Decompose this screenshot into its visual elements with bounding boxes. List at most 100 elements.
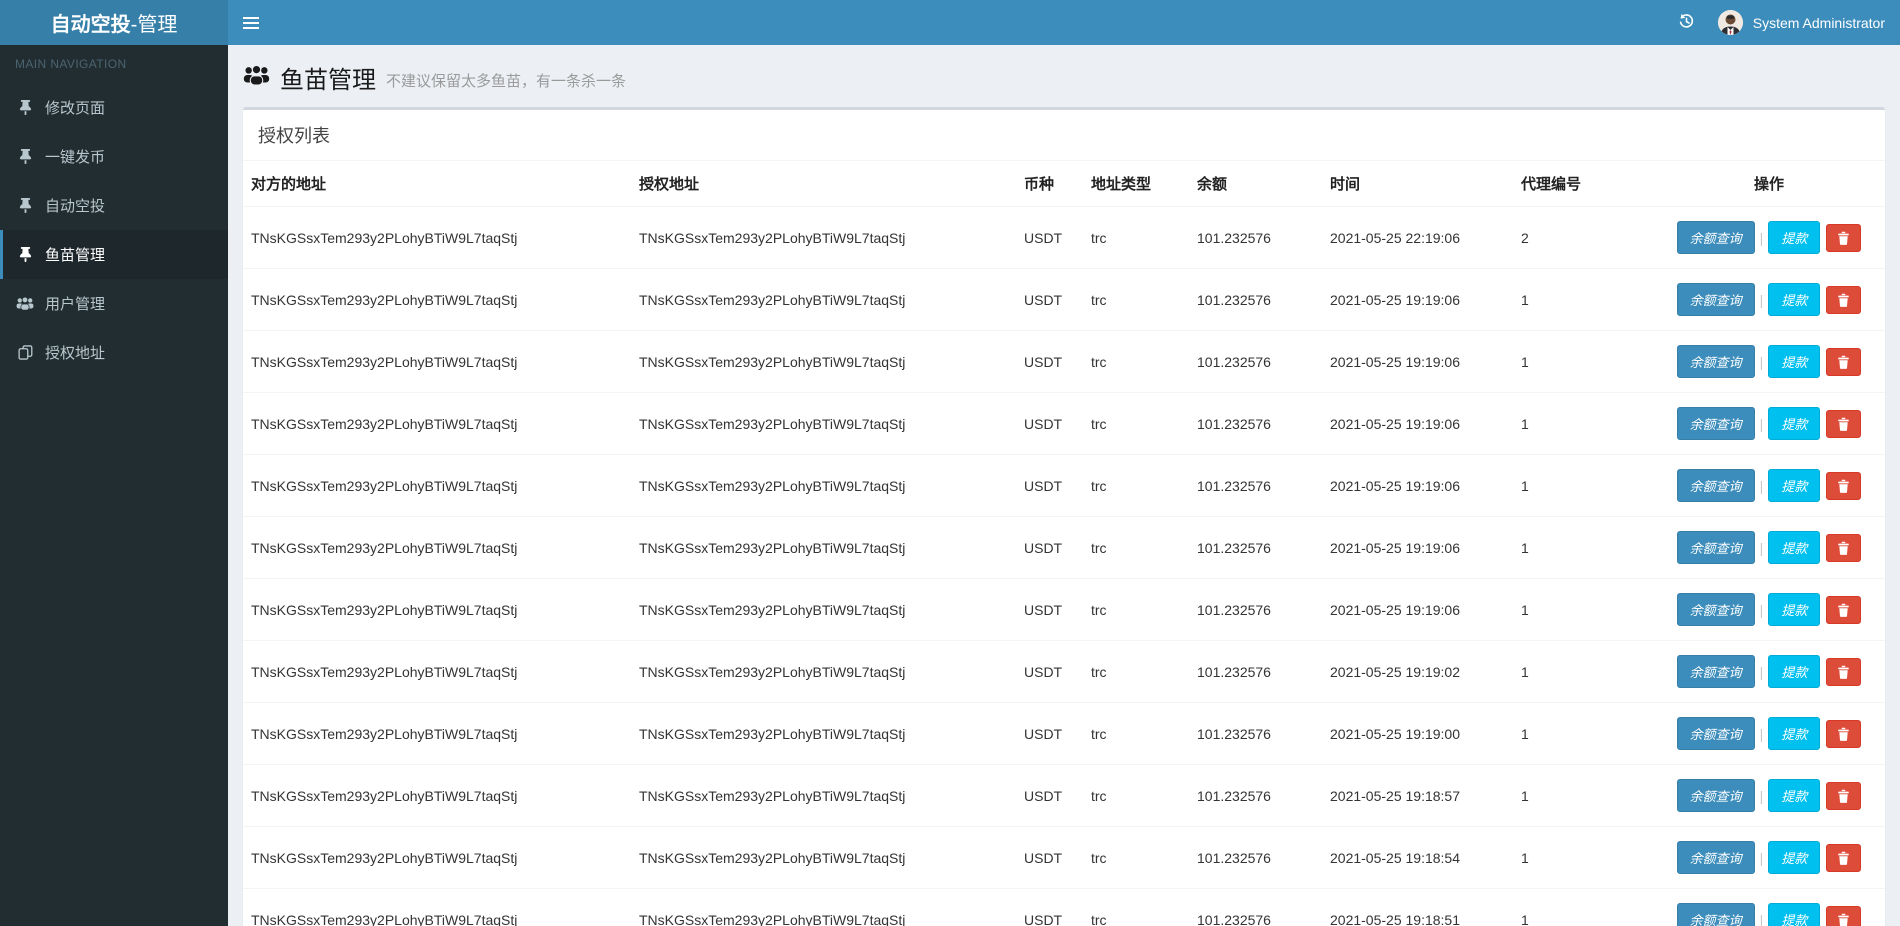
withdraw-button[interactable]: 提款 — [1768, 221, 1820, 254]
content-header: 鱼苗管理 不建议保留太多鱼苗，有一条杀一条 — [228, 45, 1900, 107]
withdraw-button[interactable]: 提款 — [1768, 407, 1820, 440]
button-separator: | — [1760, 354, 1764, 370]
balance-query-button[interactable]: 余额查询 — [1677, 531, 1755, 564]
balance-query-button[interactable]: 余额查询 — [1677, 221, 1755, 254]
withdraw-button[interactable]: 提款 — [1768, 593, 1820, 626]
withdraw-button[interactable]: 提款 — [1768, 841, 1820, 874]
withdraw-button[interactable]: 提款 — [1768, 469, 1820, 502]
delete-button[interactable] — [1826, 782, 1861, 810]
delete-button[interactable] — [1826, 720, 1861, 748]
withdraw-button[interactable]: 提款 — [1768, 779, 1820, 812]
time-cell: 2021-05-25 19:19:06 — [1322, 269, 1513, 331]
withdraw-button[interactable]: 提款 — [1768, 283, 1820, 316]
delete-button[interactable] — [1826, 844, 1861, 872]
pushpin-icon — [15, 198, 35, 213]
withdraw-button[interactable]: 提款 — [1768, 655, 1820, 688]
auth-address-cell: TNsKGSsxTem293y2PLohyBTiW9L7taqStj — [631, 269, 1016, 331]
agent-no-cell: 1 — [1513, 269, 1653, 331]
counterparty-address-cell: TNsKGSsxTem293y2PLohyBTiW9L7taqStj — [243, 765, 631, 827]
delete-button[interactable] — [1826, 410, 1861, 438]
table-row: TNsKGSsxTem293y2PLohyBTiW9L7taqStj TNsKG… — [243, 765, 1885, 827]
col-header-time: 时间 — [1322, 161, 1513, 207]
agent-no-cell: 1 — [1513, 331, 1653, 393]
balance-cell: 101.232576 — [1189, 765, 1322, 827]
time-cell: 2021-05-25 19:19:06 — [1322, 579, 1513, 641]
sidebar-item-6[interactable]: 授权地址 — [0, 328, 228, 377]
pushpin-icon — [15, 100, 35, 115]
brand-suffix: -管理 — [131, 8, 178, 37]
time-cell: 2021-05-25 19:19:02 — [1322, 641, 1513, 703]
withdraw-button[interactable]: 提款 — [1768, 345, 1820, 378]
button-separator: | — [1760, 726, 1764, 742]
table-row: TNsKGSsxTem293y2PLohyBTiW9L7taqStj TNsKG… — [243, 455, 1885, 517]
balance-query-button[interactable]: 余额查询 — [1677, 407, 1755, 440]
balance-query-button[interactable]: 余额查询 — [1677, 779, 1755, 812]
time-cell: 2021-05-25 19:18:54 — [1322, 827, 1513, 889]
agent-no-cell: 1 — [1513, 703, 1653, 765]
sidebar-section-label: MAIN NAVIGATION — [0, 45, 228, 83]
counterparty-address-cell: TNsKGSsxTem293y2PLohyBTiW9L7taqStj — [243, 207, 631, 269]
time-cell: 2021-05-25 22:19:06 — [1322, 207, 1513, 269]
user-name: System Administrator — [1753, 15, 1885, 31]
sidebar-toggle-button[interactable] — [228, 0, 274, 45]
balance-cell: 101.232576 — [1189, 579, 1322, 641]
delete-button[interactable] — [1826, 658, 1861, 686]
sidebar-item-2[interactable]: 一键发币 — [0, 132, 228, 181]
operations-cell: 余额查询 | 提款 — [1653, 889, 1885, 926]
delete-button[interactable] — [1826, 534, 1861, 562]
currency-cell: USDT — [1016, 579, 1083, 641]
delete-button[interactable] — [1826, 472, 1861, 500]
brand-bold: 自动空投 — [51, 8, 131, 37]
balance-query-button[interactable]: 余额查询 — [1677, 655, 1755, 688]
balance-query-button[interactable]: 余额查询 — [1677, 283, 1755, 316]
balance-cell: 101.232576 — [1189, 207, 1322, 269]
sidebar-item-5[interactable]: 用户管理 — [0, 279, 228, 328]
balance-cell: 101.232576 — [1189, 889, 1322, 926]
currency-cell: USDT — [1016, 765, 1083, 827]
delete-button[interactable] — [1826, 224, 1861, 252]
agent-no-cell: 1 — [1513, 827, 1653, 889]
delete-button[interactable] — [1826, 596, 1861, 624]
operations-cell: 余额查询 | 提款 — [1653, 703, 1885, 765]
delete-button[interactable] — [1826, 906, 1861, 926]
balance-query-button[interactable]: 余额查询 — [1677, 469, 1755, 502]
currency-cell: USDT — [1016, 827, 1083, 889]
auth-address-cell: TNsKGSsxTem293y2PLohyBTiW9L7taqStj — [631, 641, 1016, 703]
balance-query-button[interactable]: 余额查询 — [1677, 593, 1755, 626]
brand-logo[interactable]: 自动空投-管理 — [0, 0, 228, 45]
balance-query-button[interactable]: 余额查询 — [1677, 717, 1755, 750]
table-row: TNsKGSsxTem293y2PLohyBTiW9L7taqStj TNsKG… — [243, 269, 1885, 331]
agent-no-cell: 1 — [1513, 765, 1653, 827]
delete-button[interactable] — [1826, 286, 1861, 314]
button-separator: | — [1760, 664, 1764, 680]
authorization-box: 授权列表 对方的地址 授权地址 币种 地址类型 余额 时间 代理编号 操作 — [243, 107, 1885, 926]
withdraw-button[interactable]: 提款 — [1768, 717, 1820, 750]
counterparty-address-cell: TNsKGSsxTem293y2PLohyBTiW9L7taqStj — [243, 517, 631, 579]
currency-cell: USDT — [1016, 703, 1083, 765]
withdraw-button[interactable]: 提款 — [1768, 903, 1820, 926]
trash-icon — [1837, 789, 1850, 803]
sidebar-item-1[interactable]: 修改页面 — [0, 83, 228, 132]
agent-no-cell: 1 — [1513, 579, 1653, 641]
address-type-cell: trc — [1083, 207, 1189, 269]
user-menu[interactable]: System Administrator — [1708, 0, 1900, 45]
sidebar-item-label: 修改页面 — [45, 97, 105, 118]
sidebar-item-4[interactable]: 鱼苗管理 — [0, 230, 228, 279]
button-separator: | — [1760, 478, 1764, 494]
balance-cell: 101.232576 — [1189, 517, 1322, 579]
counterparty-address-cell: TNsKGSsxTem293y2PLohyBTiW9L7taqStj — [243, 455, 631, 517]
sidebar-item-label: 鱼苗管理 — [45, 244, 105, 265]
auth-address-cell: TNsKGSsxTem293y2PLohyBTiW9L7taqStj — [631, 889, 1016, 926]
history-button[interactable] — [1666, 0, 1708, 45]
button-separator: | — [1760, 230, 1764, 246]
agent-no-cell: 1 — [1513, 517, 1653, 579]
history-icon — [1678, 13, 1695, 33]
balance-query-button[interactable]: 余额查询 — [1677, 345, 1755, 378]
sidebar-item-3[interactable]: 自动空投 — [0, 181, 228, 230]
balance-query-button[interactable]: 余额查询 — [1677, 841, 1755, 874]
withdraw-button[interactable]: 提款 — [1768, 531, 1820, 564]
auth-address-cell: TNsKGSsxTem293y2PLohyBTiW9L7taqStj — [631, 393, 1016, 455]
currency-cell: USDT — [1016, 517, 1083, 579]
delete-button[interactable] — [1826, 348, 1861, 376]
balance-query-button[interactable]: 余额查询 — [1677, 903, 1755, 926]
